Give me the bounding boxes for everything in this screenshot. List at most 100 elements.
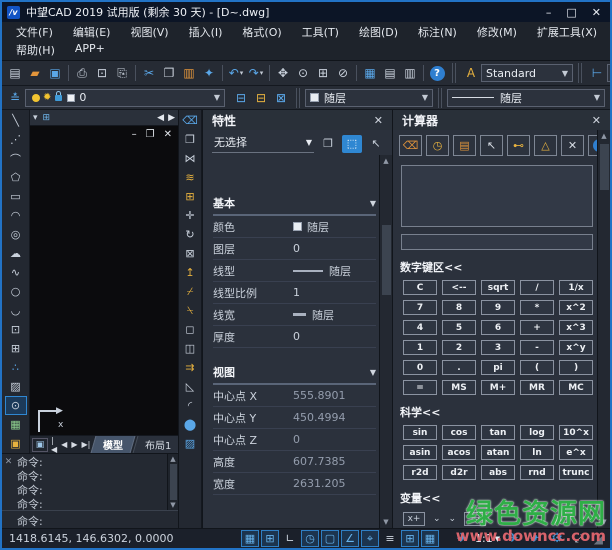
prop-row-width[interactable]: 宽度 2631.205 <box>213 473 376 495</box>
layer-combobox[interactable]: ✹ 0 ▼ <box>25 89 225 107</box>
calc-button-rnd[interactable]: rnd <box>520 465 554 480</box>
new-file-icon[interactable]: ▤ <box>5 64 25 83</box>
get-angle-icon[interactable]: △ <box>534 135 557 156</box>
menu-view[interactable]: 视图(V) <box>120 23 178 41</box>
hatch-icon[interactable]: ▨ <box>5 377 27 396</box>
ellipse-icon[interactable]: ○ <box>5 282 27 301</box>
calc-button-mplus[interactable]: M+ <box>481 380 515 395</box>
next-tab-icon[interactable]: ▶ <box>70 440 78 449</box>
dim-style-icon[interactable]: ⊢ <box>587 64 607 83</box>
variable-calculator-icon[interactable]: ▭ <box>464 512 486 526</box>
rotate-icon[interactable]: ↻ <box>179 225 201 244</box>
selection-combobox[interactable]: 无选择 ▼ <box>212 134 314 153</box>
donut-icon[interactable]: ◎ <box>5 225 27 244</box>
new-view-icon[interactable]: ⊞ <box>43 113 51 123</box>
make-block-icon[interactable]: ⊞ <box>5 339 27 358</box>
polygon-icon[interactable]: ⬠ <box>5 168 27 187</box>
linetype-combobox[interactable]: 随层 ▼ <box>447 89 605 107</box>
text-style-combobox[interactable]: Standard ▼ <box>481 64 573 82</box>
calc-button-4[interactable]: 4 <box>403 320 437 335</box>
open-folder-icon[interactable]: ▰ <box>25 64 45 83</box>
numpad-label[interactable]: 数字键区<< <box>393 250 597 279</box>
menu-help[interactable]: 帮助(H) <box>6 41 65 59</box>
first-tab-icon[interactable]: |◀ <box>50 436 58 454</box>
menu-app-plus[interactable]: APP+ <box>65 41 115 59</box>
scroll-thumb[interactable] <box>600 144 609 190</box>
calc-button-open-paren[interactable]: ( <box>520 360 554 375</box>
snap-toggle-icon[interactable]: ⊞ <box>261 530 279 547</box>
menu-modify[interactable]: 修改(M) <box>467 23 527 41</box>
break-icon[interactable]: ◻ <box>179 320 201 339</box>
calc-button-asin[interactable]: asin <box>403 445 437 460</box>
calc-button-10x[interactable]: 10^x <box>559 425 593 440</box>
explode-icon[interactable]: ⬤ <box>179 415 201 434</box>
layer-properties-icon[interactable]: ▤ <box>380 64 400 83</box>
workspace-switch-icon[interactable]: ✈ <box>526 530 544 547</box>
menu-tools[interactable]: 工具(T) <box>292 23 349 41</box>
zoom-window-icon[interactable]: ⊞ <box>313 64 333 83</box>
menu-express-tools[interactable]: 扩展工具(X) <box>527 23 607 41</box>
calculator-history-display[interactable] <box>401 165 593 227</box>
select-objects-icon[interactable]: ⬚ <box>342 135 362 153</box>
properties-scrollbar[interactable]: ▲ ▼ <box>379 155 392 528</box>
new-variable-icon[interactable]: x+ <box>403 512 425 526</box>
print-preview-icon[interactable]: ⊡ <box>92 64 112 83</box>
prop-row-layer[interactable]: 图层 0 <box>213 238 376 260</box>
fullscreen-icon[interactable]: ⤢ <box>570 530 588 547</box>
minimize-button[interactable]: – <box>546 6 552 19</box>
copy-object-icon[interactable]: ❐ <box>179 130 201 149</box>
prop-row-linetype-scale[interactable]: 线型比例 1 <box>213 282 376 304</box>
paste-icon[interactable]: ▥ <box>179 64 199 83</box>
calc-button-sqrt[interactable]: sqrt <box>481 280 515 295</box>
revision-cloud-icon[interactable]: ☁ <box>5 244 27 263</box>
mtext-icon[interactable]: ▣ <box>5 434 27 453</box>
doc-minimize-button[interactable]: – <box>132 129 137 140</box>
insert-block-icon[interactable]: ⊡ <box>5 320 27 339</box>
polyline-icon[interactable]: ⌒ <box>5 149 27 168</box>
chamfer-icon[interactable]: ◺ <box>179 377 201 396</box>
pan-icon[interactable]: ✥ <box>273 64 293 83</box>
menu-file[interactable]: 文件(F) <box>6 23 63 41</box>
calc-button-multiply[interactable]: * <box>520 300 554 315</box>
settings-gear-icon[interactable]: ⚙ <box>548 530 566 547</box>
qnew-dialog-icon[interactable]: ▥ <box>400 64 420 83</box>
auto-annotate-icon[interactable]: ✈ <box>504 530 522 547</box>
fillet-icon[interactable]: ◜ <box>179 396 201 415</box>
calc-button-power[interactable]: x^y <box>559 340 593 355</box>
calc-button-ms[interactable]: MS <box>442 380 476 395</box>
construction-line-icon[interactable]: ⋰ <box>5 130 27 149</box>
osnap-toggle-icon[interactable]: ▢ <box>321 530 339 547</box>
prop-row-center-x[interactable]: 中心点 X 555.8901 <box>213 385 376 407</box>
lineweight-toggle-icon[interactable]: ≡ <box>381 530 399 547</box>
dynamic-input-toggle-icon[interactable]: ⌖ <box>361 530 379 547</box>
calc-button-3[interactable]: 3 <box>481 340 515 355</box>
maximize-button[interactable]: □ <box>566 6 576 19</box>
break-at-point-icon[interactable]: ◫ <box>179 339 201 358</box>
scroll-up-icon[interactable]: ▲ <box>170 455 175 463</box>
point-icon[interactable]: ∴ <box>5 358 27 377</box>
calc-button-square[interactable]: x^2 <box>559 300 593 315</box>
command-input[interactable]: 命令: <box>2 510 178 528</box>
calc-button-equals[interactable]: = <box>403 380 437 395</box>
menu-draw[interactable]: 绘图(D) <box>349 23 408 41</box>
scroll-left-icon[interactable]: ◀ <box>157 113 164 123</box>
layout-preview-toggle-icon[interactable]: ▦ <box>421 530 439 547</box>
scroll-down-icon[interactable]: ▼ <box>383 518 388 526</box>
grid-toggle-icon[interactable]: ▦ <box>241 530 259 547</box>
layer-states-icon[interactable]: ⊠ <box>271 88 291 107</box>
calc-button-minus[interactable]: - <box>520 340 554 355</box>
calc-button-0[interactable]: 0 <box>403 360 437 375</box>
get-intersection-icon[interactable]: ✕ <box>561 135 584 156</box>
calc-button-decimal[interactable]: . <box>442 360 476 375</box>
prop-row-center-z[interactable]: 中心点 Z 0 <box>213 429 376 451</box>
menu-insert[interactable]: 插入(I) <box>179 23 233 41</box>
get-point-icon[interactable]: ↖ <box>480 135 503 156</box>
tab-layout1[interactable]: 布局1 <box>133 435 178 453</box>
erase-icon[interactable]: ⌫ <box>179 111 201 130</box>
layout-preview-icon[interactable]: ▣ <box>32 438 48 452</box>
dynamic-ucs-toggle-icon[interactable]: ⊞ <box>401 530 419 547</box>
redo-icon[interactable]: ↷▾ <box>246 64 266 83</box>
clear-icon[interactable]: ⌫ <box>399 135 422 156</box>
calc-button-clear[interactable]: C <box>403 280 437 295</box>
calc-button-d2r[interactable]: d2r <box>442 465 476 480</box>
